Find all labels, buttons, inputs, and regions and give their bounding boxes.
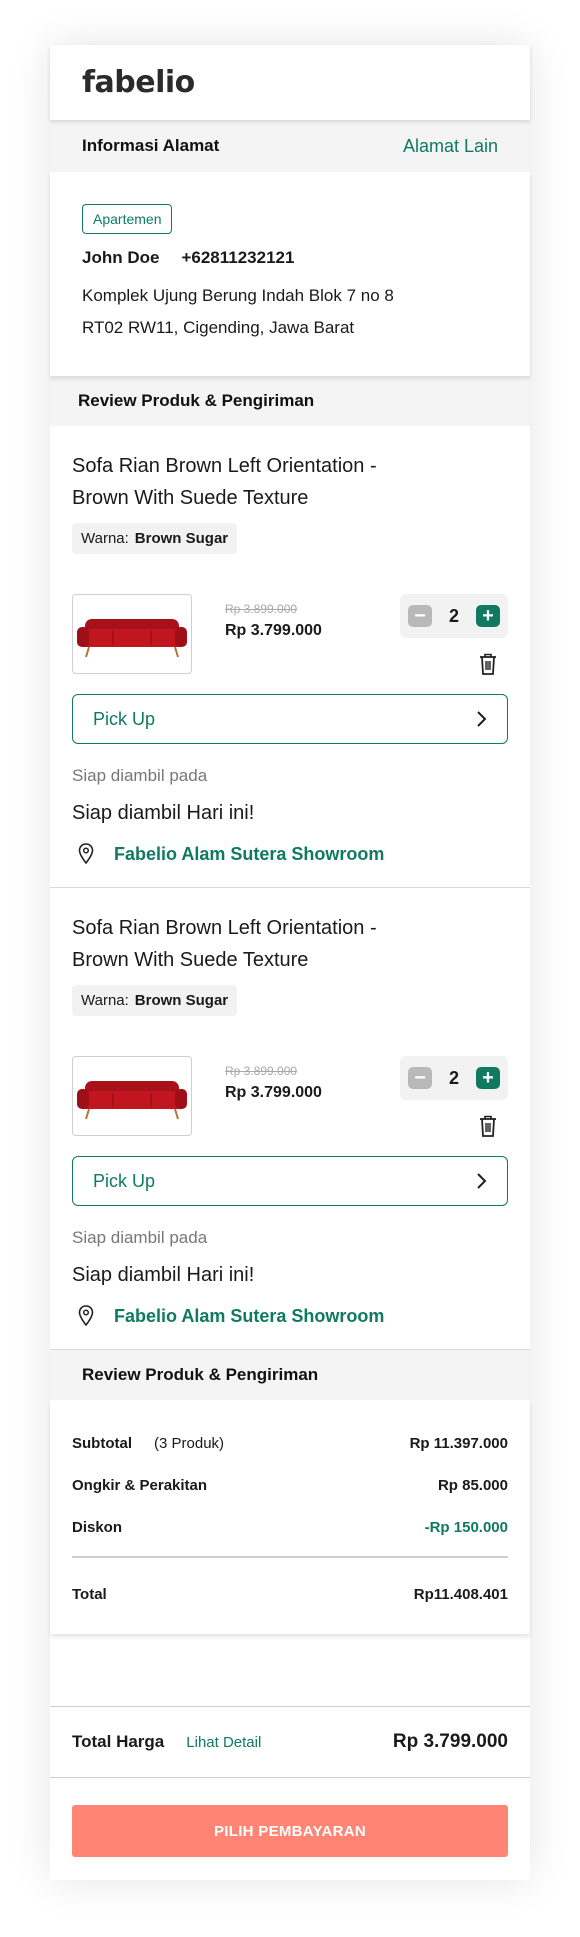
pickup-store: Fabelio Alam Sutera Showroom	[72, 843, 508, 865]
variant-value: Brown Sugar	[134, 992, 229, 1009]
shipping-option-button[interactable]: Pick Up	[72, 694, 508, 744]
review-section-header: Review Produk & Pengiriman	[50, 376, 530, 426]
variant-chip: Warna: Brown Sugar	[72, 523, 238, 554]
shipping-value: Rp 85.000	[437, 1476, 508, 1494]
price-block: Rp 3.899.000 Rp 3.799.000	[225, 602, 322, 640]
address-type-badge: Apartemen	[82, 204, 173, 234]
chevron-right-icon	[477, 1173, 487, 1189]
choose-payment-button[interactable]: PILIH PEMBAYARAN	[72, 1805, 508, 1857]
footer-total-label: Total Harga	[72, 1732, 165, 1751]
product-image[interactable]	[72, 1056, 192, 1136]
product-item: Sofa Rian Brown Left Orientation - Brown…	[50, 426, 530, 888]
quantity-value: 2	[448, 605, 459, 626]
product-name-line-2: Brown With Suede Texture	[72, 487, 309, 509]
shipping-option-label: Pick Up	[93, 1170, 156, 1191]
plus-icon[interactable]: +	[475, 605, 500, 627]
variant-label: Warna:	[81, 992, 129, 1009]
subtotal-label: Subtotal	[72, 1434, 132, 1452]
chevron-right-icon	[477, 711, 487, 727]
total-value: Rp11.408.401	[413, 1586, 508, 1603]
sofa-image	[77, 619, 187, 658]
variant-label: Warna:	[81, 530, 129, 547]
ready-value: Siap diambil Hari ini!	[72, 1264, 255, 1286]
store-name[interactable]: Fabelio Alam Sutera Showroom	[114, 844, 384, 865]
product-item: Sofa Rian Brown Left Orientation - Brown…	[50, 888, 530, 1350]
shipping-option-label: Pick Up	[93, 708, 156, 729]
recipient-row: John Doe +62811232121	[82, 248, 498, 268]
summary-section-title: Review Produk & Pengiriman	[82, 1365, 319, 1384]
address-text: Komplek Ujung Berung Indah Blok 7 no 8 R…	[82, 280, 498, 344]
sale-price: Rp 3.799.000	[225, 622, 322, 639]
app-header: fabelio	[50, 45, 530, 120]
original-price: Rp 3.899.000	[225, 602, 298, 616]
shipping-label: Ongkir & Perakitan	[72, 1476, 208, 1494]
address-card: Apartemen John Doe +62811232121 Komplek U…	[50, 172, 530, 376]
address-section-header: Informasi Alamat Alamat Lain	[50, 120, 530, 172]
sale-price: Rp 3.799.000	[225, 1084, 322, 1101]
shipping-option-button[interactable]: Pick Up	[72, 1156, 508, 1206]
review-section-title: Review Produk & Pengiriman	[78, 391, 315, 410]
summary-section-header: Review Produk & Pengiriman	[50, 1350, 530, 1400]
footer-total-value: Rp 3.799.000	[392, 1731, 508, 1752]
trash-icon[interactable]	[478, 1114, 498, 1138]
minus-icon[interactable]: −	[408, 605, 432, 627]
total-row: Total Rp11.408.401	[72, 1574, 508, 1616]
product-price-row: Rp 3.899.000 Rp 3.799.000 − 2 +	[72, 1056, 508, 1146]
recipient-phone: +62811232121	[181, 248, 295, 267]
summary-divider	[72, 1556, 508, 1558]
store-name[interactable]: Fabelio Alam Sutera Showroom	[114, 1306, 384, 1327]
sofa-image	[77, 1081, 187, 1120]
discount-value: -Rp 150.000	[424, 1518, 508, 1536]
checkout-footer: Total Harga Lihat Detail Rp 3.799.000	[50, 1706, 530, 1778]
location-pin-icon	[78, 843, 94, 865]
fabelio-logo[interactable]: fabelio	[82, 65, 195, 100]
variant-chip: Warna: Brown Sugar	[72, 985, 238, 1016]
discount-label: Diskon	[72, 1518, 123, 1536]
quantity-stepper: − 2 +	[400, 594, 508, 638]
total-label: Total	[72, 1586, 107, 1603]
subtotal-value: Rp 11.397.000	[409, 1434, 508, 1452]
trash-icon[interactable]	[478, 652, 498, 676]
checkout-screen: fabelio Informasi Alamat Alamat Lain Apa…	[50, 45, 530, 1880]
ready-label: Siap diambil pada	[72, 766, 208, 785]
quantity-value: 2	[448, 1067, 459, 1088]
price-block: Rp 3.899.000 Rp 3.799.000	[225, 1064, 322, 1102]
pickup-store: Fabelio Alam Sutera Showroom	[72, 1305, 508, 1327]
shipping-row: Ongkir & Perakitan Rp 85.000	[72, 1464, 508, 1506]
view-detail-link[interactable]: Lihat Detail	[186, 1734, 261, 1751]
product-price-row: Rp 3.899.000 Rp 3.799.000 − 2 +	[72, 594, 508, 684]
subtotal-row: Subtotal (3 Produk) Rp 11.397.000	[72, 1422, 508, 1464]
product-name-line-1: Sofa Rian Brown Left Orientation -	[72, 455, 377, 477]
address-line-2: RT02 RW11, Cigending, Jawa Barat	[82, 318, 355, 337]
quantity-stepper: − 2 +	[400, 1056, 508, 1100]
original-price: Rp 3.899.000	[225, 1064, 298, 1078]
other-address-link[interactable]: Alamat Lain	[403, 136, 498, 157]
address-section-title: Informasi Alamat	[82, 136, 220, 155]
ready-label: Siap diambil pada	[72, 1228, 208, 1247]
discount-row: Diskon -Rp 150.000	[72, 1506, 508, 1548]
location-pin-icon	[78, 1305, 94, 1327]
product-name-line-2: Brown With Suede Texture	[72, 949, 309, 971]
recipient-name: John Doe	[82, 248, 160, 267]
order-summary: Subtotal (3 Produk) Rp 11.397.000 Ongkir …	[50, 1400, 530, 1634]
product-image[interactable]	[72, 594, 192, 674]
subtotal-count: (3 Produk)	[154, 1434, 225, 1452]
ready-value: Siap diambil Hari ini!	[72, 802, 255, 824]
product-name: Sofa Rian Brown Left Orientation - Brown…	[72, 450, 508, 514]
product-name-line-1: Sofa Rian Brown Left Orientation -	[72, 917, 377, 939]
variant-value: Brown Sugar	[134, 530, 229, 547]
address-line-1: Komplek Ujung Berung Indah Blok 7 no 8	[82, 286, 394, 305]
product-name: Sofa Rian Brown Left Orientation - Brown…	[72, 912, 508, 976]
plus-icon[interactable]: +	[475, 1067, 500, 1089]
minus-icon[interactable]: −	[408, 1067, 432, 1089]
